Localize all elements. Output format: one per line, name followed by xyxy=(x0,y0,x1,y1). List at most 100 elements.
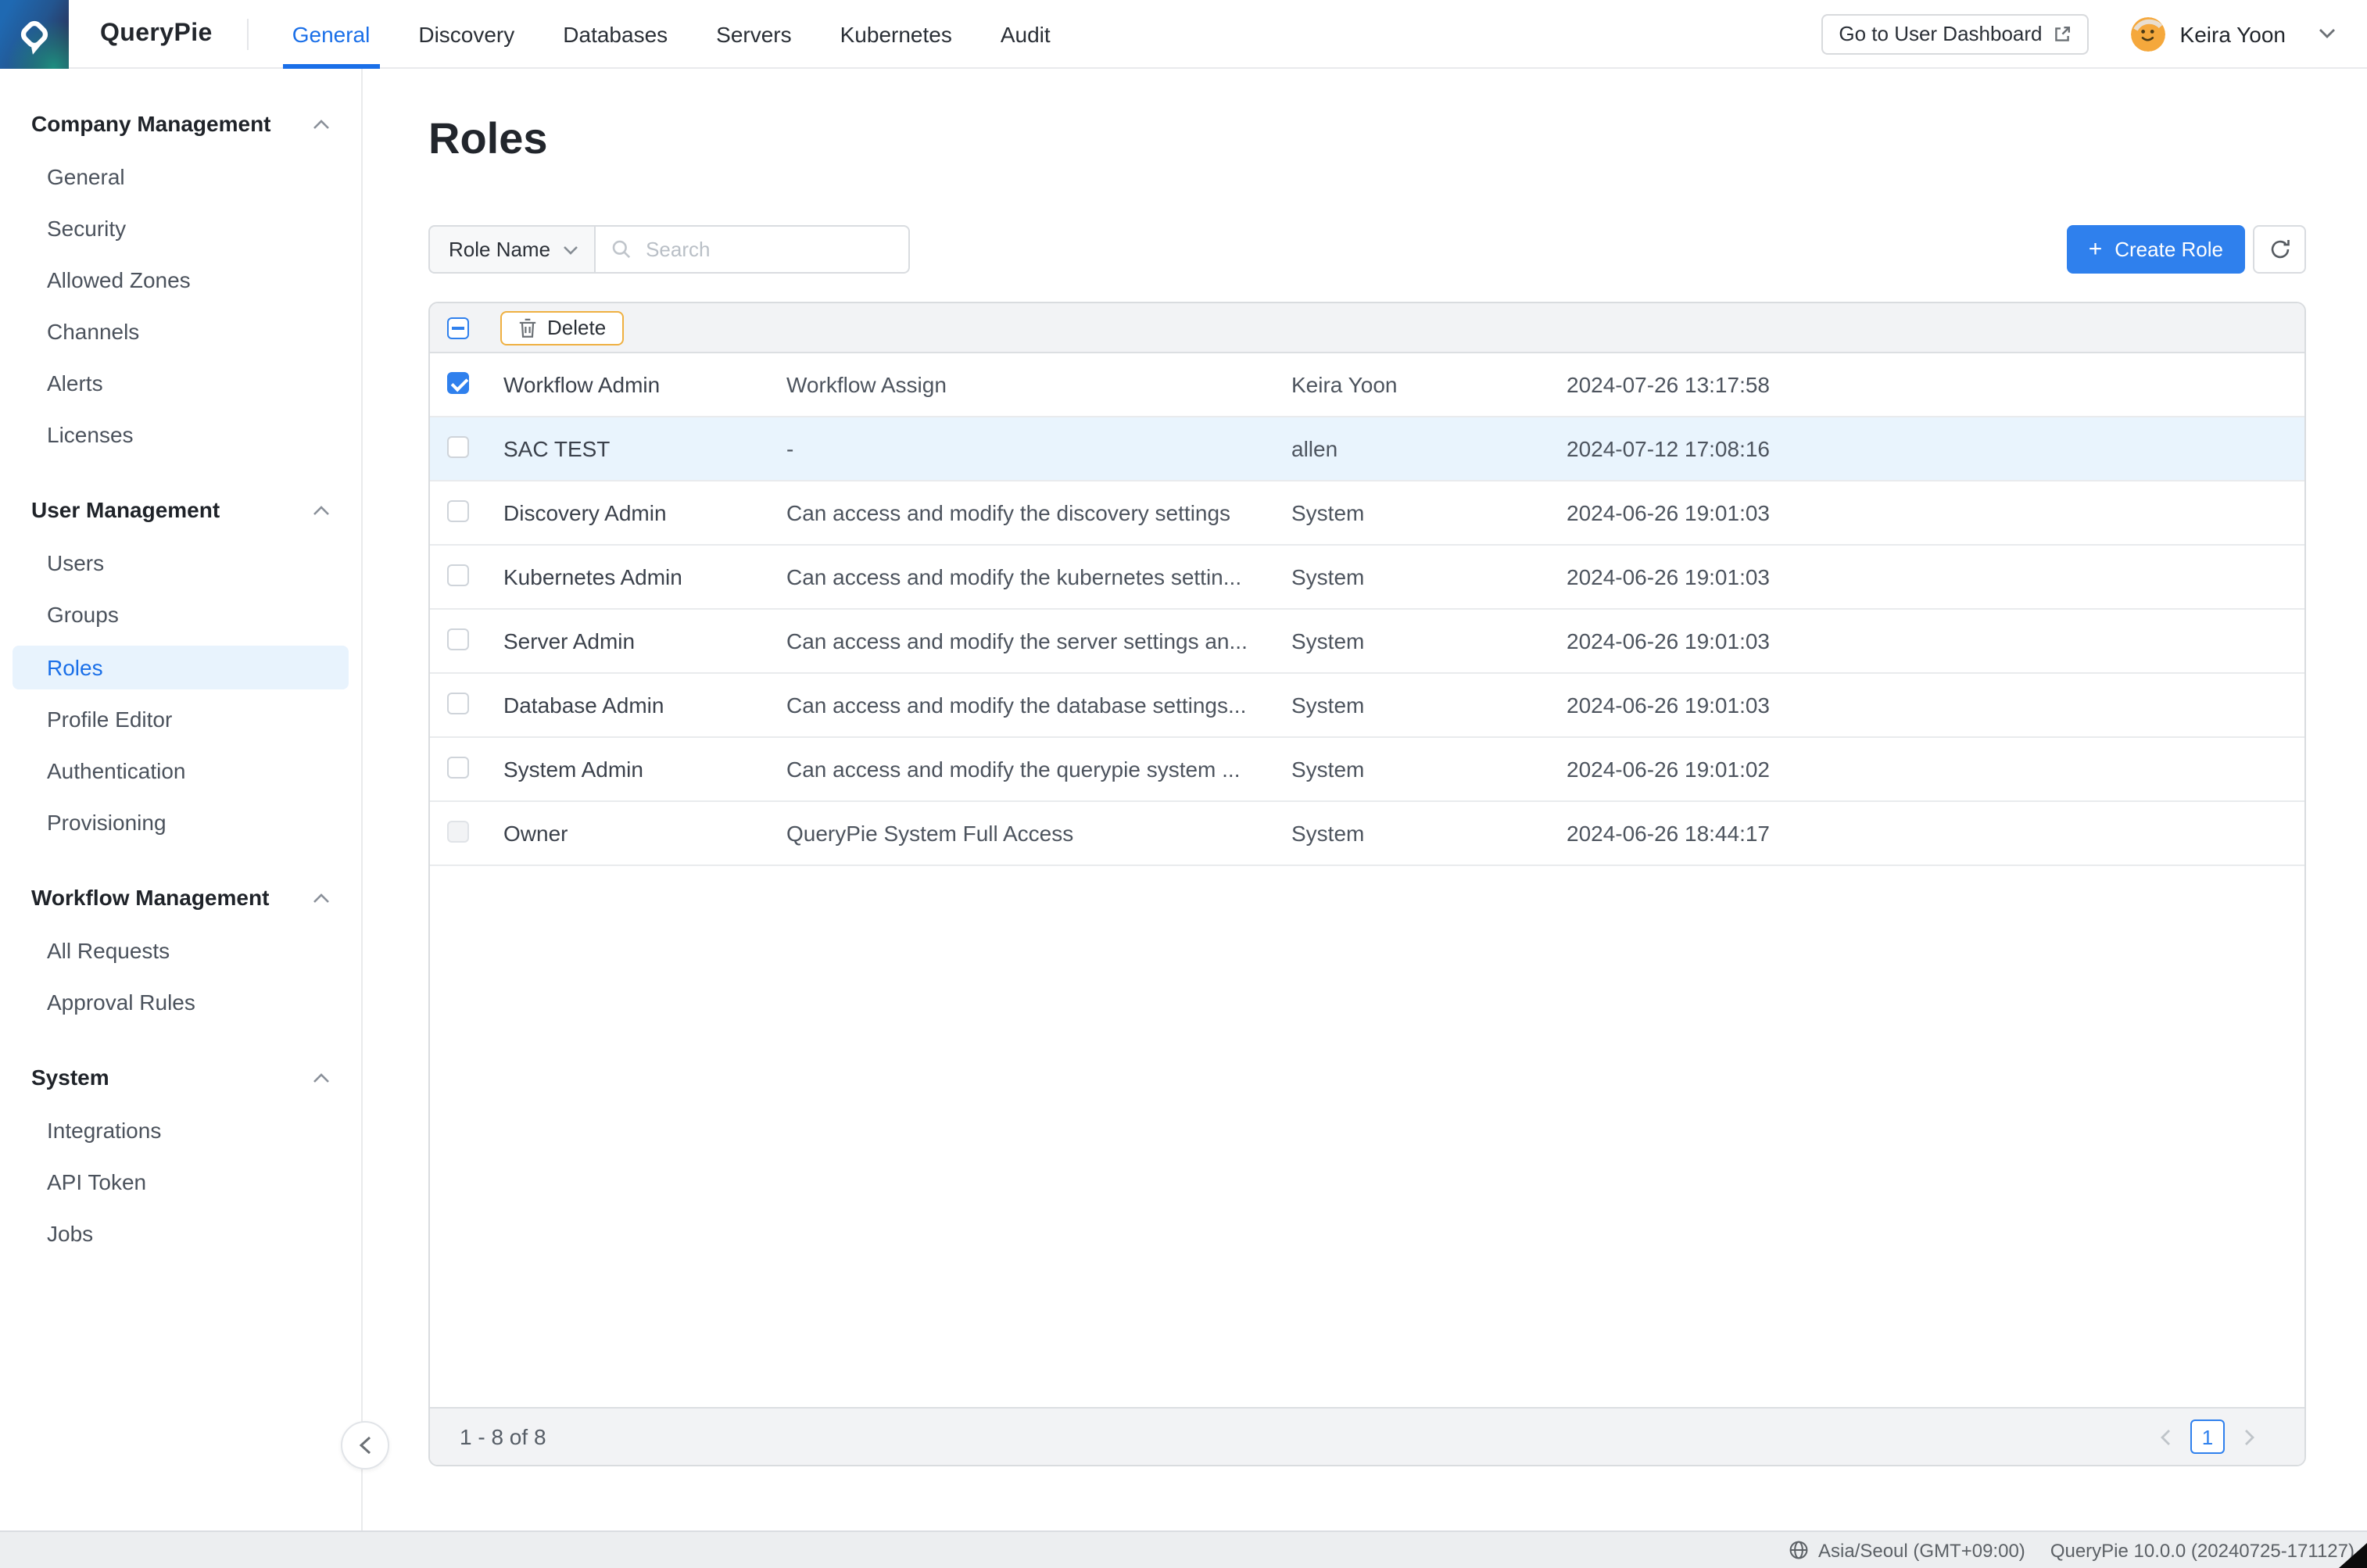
sidebar-item-channels[interactable]: Channels xyxy=(0,306,361,358)
row-checkbox-cell xyxy=(430,435,503,462)
chevron-up-icon xyxy=(313,504,330,515)
row-checkbox[interactable] xyxy=(447,499,469,521)
role-description-cell: Can access and modify the database setti… xyxy=(786,693,1291,718)
next-page-button[interactable] xyxy=(2240,1419,2259,1454)
sidebar-item-approval-rules[interactable]: Approval Rules xyxy=(0,977,361,1029)
tab-general[interactable]: General xyxy=(283,0,380,68)
tab-servers[interactable]: Servers xyxy=(707,0,800,68)
page-number-1[interactable]: 1 xyxy=(2190,1419,2225,1454)
create-role-label: Create Role xyxy=(2115,238,2223,261)
sidebar-item-allowed-zones[interactable]: Allowed Zones xyxy=(0,255,361,306)
sidebar-item-users[interactable]: Users xyxy=(0,538,361,589)
sidebar-item-security[interactable]: Security xyxy=(0,203,361,255)
role-name-cell: Workflow Admin xyxy=(503,372,786,397)
search-icon xyxy=(611,239,632,260)
sidebar-item-alerts[interactable]: Alerts xyxy=(0,358,361,410)
created-date-cell: 2024-06-26 18:44:17 xyxy=(1567,821,2304,846)
tab-kubernetes[interactable]: Kubernetes xyxy=(831,0,961,68)
row-checkbox[interactable] xyxy=(447,435,469,457)
row-checkbox-cell xyxy=(430,692,503,718)
main-content: Roles Role Name + xyxy=(363,69,2367,1530)
sidebar-item-licenses[interactable]: Licenses xyxy=(0,410,361,461)
refresh-button[interactable] xyxy=(2253,225,2306,274)
created-date-cell: 2024-06-26 19:01:03 xyxy=(1567,693,2304,718)
table-row-database-admin[interactable]: Database AdminCan access and modify the … xyxy=(430,674,2304,738)
pagination-range: 1 - 8 of 8 xyxy=(460,1424,546,1449)
search-input[interactable] xyxy=(643,236,893,263)
row-checkbox[interactable] xyxy=(447,628,469,650)
sidebar-item-roles[interactable]: Roles xyxy=(13,646,349,689)
role-name-cell: System Admin xyxy=(503,757,786,782)
created-date-cell: 2024-07-12 17:08:16 xyxy=(1567,436,2304,461)
row-checkbox-cell xyxy=(430,564,503,590)
select-all-checkbox[interactable] xyxy=(447,317,469,338)
table-row-discovery-admin[interactable]: Discovery AdminCan access and modify the… xyxy=(430,481,2304,546)
sidebar-item-all-requests[interactable]: All Requests xyxy=(0,925,361,977)
table-row-kubernetes-admin[interactable]: Kubernetes AdminCan access and modify th… xyxy=(430,546,2304,610)
row-checkbox[interactable] xyxy=(447,756,469,778)
table-row-system-admin[interactable]: System AdminCan access and modify the qu… xyxy=(430,738,2304,802)
tab-discovery[interactable]: Discovery xyxy=(409,0,524,68)
role-name-cell: Discovery Admin xyxy=(503,500,786,525)
controls-row: Role Name + Create Role xyxy=(428,225,2306,274)
sidebar-section-header-user-management[interactable]: User Management xyxy=(31,492,330,527)
table-footer: 1 - 8 of 8 1 xyxy=(430,1407,2304,1465)
tab-audit[interactable]: Audit xyxy=(991,0,1060,68)
table-row-server-admin[interactable]: Server AdminCan access and modify the se… xyxy=(430,610,2304,674)
sidebar-item-jobs[interactable]: Jobs xyxy=(0,1208,361,1260)
sidebar: Company Management GeneralSecurityAllowed… xyxy=(0,69,363,1530)
sidebar-section-header-workflow-management[interactable]: Workflow Management xyxy=(31,880,330,915)
sidebar-section-user-management: User Management UsersGroups Roles Profile E… xyxy=(0,492,361,849)
sidebar-item-provisioning[interactable]: Provisioning xyxy=(0,797,361,849)
top-navigation-bar: QueryPie General Discovery Databases Server… xyxy=(0,0,2367,69)
go-to-user-dashboard-button[interactable]: Go to User Dashboard xyxy=(1821,13,2089,54)
topbar-divider xyxy=(247,18,249,49)
sidebar-section-title: Workflow Management xyxy=(31,885,269,910)
querypie-logo-icon xyxy=(11,10,58,57)
right-controls: + Create Role xyxy=(2067,225,2306,274)
row-checkbox[interactable] xyxy=(447,692,469,714)
sidebar-section-header-system[interactable]: System xyxy=(31,1060,330,1094)
sidebar-section-header-company-management[interactable]: Company Management xyxy=(31,106,330,141)
sidebar-item-general[interactable]: General xyxy=(0,152,361,203)
chevron-left-icon xyxy=(358,1435,372,1455)
sidebar-item-authentication[interactable]: Authentication xyxy=(0,746,361,797)
sidebar-section-system: System IntegrationsAPI TokenJobs xyxy=(0,1060,361,1260)
creator-cell: System xyxy=(1291,693,1567,718)
sidebar-section-title: Company Management xyxy=(31,111,271,136)
table-row-owner[interactable]: OwnerQueryPie System Full AccessSystem20… xyxy=(430,802,2304,866)
roles-table: Delete Workflow AdminWorkflow AssignKeir… xyxy=(428,302,2306,1466)
sidebar-item-integrations[interactable]: Integrations xyxy=(0,1105,361,1157)
table-body: Workflow AdminWorkflow AssignKeira Yoon2… xyxy=(430,353,2304,866)
table-toolbar: Delete xyxy=(430,303,2304,353)
row-checkbox[interactable] xyxy=(447,371,469,393)
chevron-up-icon xyxy=(313,1072,330,1083)
row-checkbox[interactable] xyxy=(447,564,469,585)
table-row-workflow-admin[interactable]: Workflow AdminWorkflow AssignKeira Yoon2… xyxy=(430,353,2304,417)
sidebar-section-title: System xyxy=(31,1065,109,1090)
sidebar-item-profile-editor[interactable]: Profile Editor xyxy=(0,694,361,746)
role-name-cell: Kubernetes Admin xyxy=(503,564,786,589)
created-date-cell: 2024-06-26 19:01:02 xyxy=(1567,757,2304,782)
row-checkbox xyxy=(447,820,469,842)
user-menu[interactable]: Keira Yoon xyxy=(2132,16,2336,51)
role-description-cell: Workflow Assign xyxy=(786,372,1291,397)
role-description-cell: Can access and modify the querypie syste… xyxy=(786,757,1291,782)
role-description-cell: - xyxy=(786,436,1291,461)
sidebar-item-api-token[interactable]: API Token xyxy=(0,1157,361,1208)
role-name-cell: Server Admin xyxy=(503,628,786,653)
filter-field-select[interactable]: Role Name xyxy=(428,225,596,274)
tab-databases[interactable]: Databases xyxy=(553,0,677,68)
querypie-logo xyxy=(0,0,69,68)
sidebar-item-groups[interactable]: Groups xyxy=(0,589,361,641)
brand-name: QueryPie xyxy=(100,20,213,48)
plus-icon: + xyxy=(2089,237,2103,260)
sidebar-collapse-button[interactable] xyxy=(341,1421,389,1470)
delete-button[interactable]: Delete xyxy=(500,310,623,345)
chevron-up-icon xyxy=(313,118,330,129)
timezone-text: Asia/Seoul (GMT+09:00) xyxy=(1818,1539,2025,1561)
prev-page-button[interactable] xyxy=(2156,1419,2175,1454)
role-name-cell: SAC TEST xyxy=(503,436,786,461)
table-row-sac-test[interactable]: SAC TEST-allen2024-07-12 17:08:16 xyxy=(430,417,2304,481)
create-role-button[interactable]: + Create Role xyxy=(2067,225,2245,274)
